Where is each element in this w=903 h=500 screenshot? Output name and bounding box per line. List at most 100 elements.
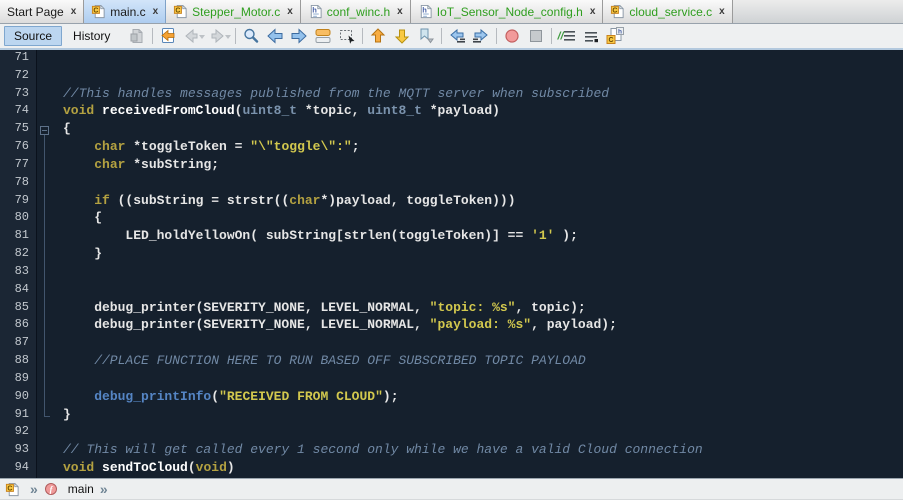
code-editor[interactable]: 7172737475767778798081828384858687888990… xyxy=(0,50,903,478)
toggle-rectangular-selection-button[interactable] xyxy=(335,25,359,47)
go-to-header-source-button[interactable]: hC xyxy=(603,25,627,47)
fold-toggle-icon[interactable] xyxy=(40,126,49,135)
line-number: 93 xyxy=(0,442,36,460)
forward-icon xyxy=(206,26,232,46)
tab-close-icon[interactable]: x xyxy=(153,6,159,17)
code-line[interactable] xyxy=(63,68,903,86)
stop-macro-recording-button[interactable] xyxy=(524,25,548,47)
tab-close-icon[interactable]: x xyxy=(397,6,403,17)
comment-button[interactable]: // xyxy=(555,25,579,47)
chevron-right-icon[interactable]: » xyxy=(100,482,108,496)
code-line[interactable]: char *subString; xyxy=(63,157,903,175)
code-line[interactable]: } xyxy=(63,407,903,425)
code-line[interactable] xyxy=(63,335,903,353)
line-number: 89 xyxy=(0,371,36,389)
toolbar-separator xyxy=(152,28,153,44)
previous-bookmark-icon xyxy=(368,26,388,46)
code-line[interactable]: debug_printer(SEVERITY_NONE, LEVEL_NORMA… xyxy=(63,300,903,318)
tab-start-page[interactable]: Start Page x xyxy=(0,0,84,23)
svg-text:C: C xyxy=(609,37,614,44)
toggle-bookmark-button[interactable] xyxy=(414,25,438,47)
code-line[interactable]: debug_printer(SEVERITY_NONE, LEVEL_NORMA… xyxy=(63,317,903,335)
code-area[interactable]: //This handles messages published from t… xyxy=(63,50,903,478)
c-source-file-icon: C xyxy=(173,4,188,19)
code-line[interactable]: { xyxy=(63,121,903,139)
tab-label: cloud_service.c xyxy=(629,5,712,19)
line-number: 77 xyxy=(0,157,36,175)
line-number: 84 xyxy=(0,282,36,300)
start-macro-recording-button[interactable] xyxy=(500,25,524,47)
shift-line-left-icon xyxy=(447,26,467,46)
breadcrumb-function-label[interactable]: main xyxy=(68,482,94,496)
toolbar-separator xyxy=(551,28,552,44)
code-line[interactable] xyxy=(63,282,903,300)
line-number: 78 xyxy=(0,175,36,193)
line-number: 91 xyxy=(0,407,36,425)
line-number: 83 xyxy=(0,264,36,282)
code-line[interactable]: void sendToCloud(void) xyxy=(63,460,903,478)
last-edit-location-button[interactable] xyxy=(156,25,180,47)
function-icon: f xyxy=(44,482,58,496)
find-next-occurrence-button[interactable] xyxy=(287,25,311,47)
code-line[interactable]: debug_printInfo("RECEIVED FROM CLOUD"); xyxy=(63,389,903,407)
uncomment-button[interactable] xyxy=(579,25,603,47)
header-file-icon: h xyxy=(308,4,323,19)
tab-main-c[interactable]: Cmain.c x xyxy=(84,0,166,23)
code-line[interactable]: //This handles messages published from t… xyxy=(63,86,903,104)
code-line[interactable]: char *toggleToken = "\"toggle\":"; xyxy=(63,139,903,157)
header-file-icon: h xyxy=(418,4,433,19)
find-selection-icon xyxy=(241,26,261,46)
line-number: 75 xyxy=(0,121,36,139)
history-view-button[interactable]: History xyxy=(64,27,119,45)
previous-bookmark-button[interactable] xyxy=(366,25,390,47)
svg-text:C: C xyxy=(176,7,181,14)
code-line[interactable]: // This will get called every 1 second o… xyxy=(63,442,903,460)
back-icon xyxy=(180,26,206,46)
shift-line-right-button[interactable] xyxy=(469,25,493,47)
last-edit-location-icon xyxy=(158,26,178,46)
tab-close-icon[interactable]: x xyxy=(287,6,293,17)
find-selection-button[interactable] xyxy=(239,25,263,47)
source-view-button[interactable]: Source xyxy=(4,26,62,46)
code-line[interactable] xyxy=(63,424,903,442)
code-line[interactable]: { xyxy=(63,210,903,228)
code-fold-margin[interactable] xyxy=(37,50,63,478)
tab-close-icon[interactable]: x xyxy=(719,6,725,17)
tab-close-icon[interactable]: x xyxy=(590,6,596,17)
code-line[interactable]: LED_holdYellowOn( subString[strlen(toggl… xyxy=(63,228,903,246)
line-number: 80 xyxy=(0,210,36,228)
shift-line-left-button[interactable] xyxy=(445,25,469,47)
tab-close-icon[interactable]: x xyxy=(71,6,77,17)
tab-label: Start Page xyxy=(7,5,64,19)
c-source-file-icon: C xyxy=(91,4,106,19)
start-macro-recording-icon xyxy=(502,26,522,46)
code-line[interactable] xyxy=(63,175,903,193)
code-line[interactable] xyxy=(63,371,903,389)
toggle-bookmark-icon xyxy=(416,26,436,46)
code-line[interactable]: void receivedFromCloud(uint8_t *topic, u… xyxy=(63,103,903,121)
tab-stepper-motor-c[interactable]: C Stepper_Motor.c x xyxy=(166,0,301,23)
code-line[interactable]: } xyxy=(63,246,903,264)
code-line[interactable] xyxy=(63,50,903,68)
find-previous-occurrence-icon xyxy=(265,26,285,46)
code-line[interactable]: if ((subString = strstr((char*)payload, … xyxy=(63,193,903,211)
line-number: 74 xyxy=(0,103,36,121)
ide-window: Start PagexCmain.cxCStepper_Motor.cxhcon… xyxy=(0,0,903,500)
toggle-highlight-search-button[interactable] xyxy=(311,25,335,47)
line-number: 72 xyxy=(0,68,36,86)
tab-label: main.c xyxy=(110,5,145,19)
toggle-highlight-search-icon xyxy=(313,26,333,46)
chevron-right-icon: » xyxy=(30,482,38,496)
code-line[interactable]: //PLACE FUNCTION HERE TO RUN BASED OFF S… xyxy=(63,353,903,371)
toolbar-separator xyxy=(235,28,236,44)
find-previous-occurrence-button[interactable] xyxy=(263,25,287,47)
svg-text:C: C xyxy=(7,485,12,492)
tab-conf-winc-h[interactable]: hconf_winc.hx xyxy=(301,0,411,23)
code-line[interactable] xyxy=(63,264,903,282)
tab-iot-sensor-node-config-h[interactable]: hIoT_Sensor_Node_config.hx xyxy=(411,0,604,23)
c-source-file-icon: C xyxy=(5,482,20,497)
tab-cloud-service-c[interactable]: Ccloud_service.cx xyxy=(603,0,732,23)
next-bookmark-icon xyxy=(392,26,412,46)
tab-label: Stepper_Motor.c xyxy=(192,5,280,19)
next-bookmark-button[interactable] xyxy=(390,25,414,47)
